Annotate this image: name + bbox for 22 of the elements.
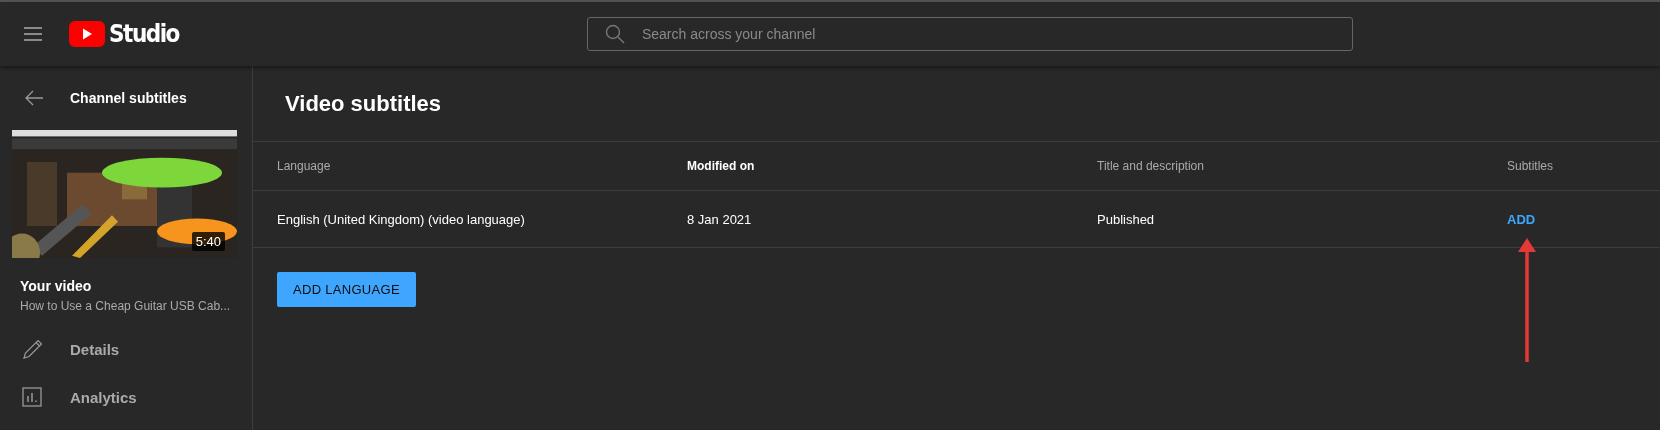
sidebar-item[interactable]: Analytics	[0, 373, 252, 421]
add-language-button[interactable]: ADD LANGUAGE	[277, 272, 416, 307]
video-title: How to Use a Cheap Guitar USB Cab...	[20, 299, 232, 313]
page-title: Video subtitles	[284, 90, 443, 118]
page-heading: Channel subtitles	[70, 90, 187, 106]
duration-badge: 5:40	[191, 232, 225, 251]
add-link[interactable]: ADD	[1507, 211, 1536, 227]
column-header[interactable]: Subtitles	[1507, 159, 1660, 173]
section-heading: Your video	[20, 278, 93, 294]
sidebar-item[interactable]: Details	[0, 325, 252, 373]
search-icon	[604, 24, 625, 44]
menu-icon[interactable]	[23, 26, 43, 42]
column-header[interactable]: Language	[277, 159, 687, 173]
table-cell: 8 Jan 2021	[687, 211, 752, 227]
table-cell: Published	[1097, 211, 1155, 227]
back-arrow-icon[interactable]	[24, 90, 44, 106]
table-cell: English (United Kingdom) (video language)	[277, 211, 525, 227]
search-field[interactable]: Search across your channel	[586, 17, 1353, 51]
column-header[interactable]: Modified on	[687, 159, 1097, 173]
logo-text[interactable]: Studio	[109, 20, 179, 48]
column-header[interactable]: Title and description	[1097, 159, 1507, 173]
play-logo-icon[interactable]	[69, 21, 105, 47]
